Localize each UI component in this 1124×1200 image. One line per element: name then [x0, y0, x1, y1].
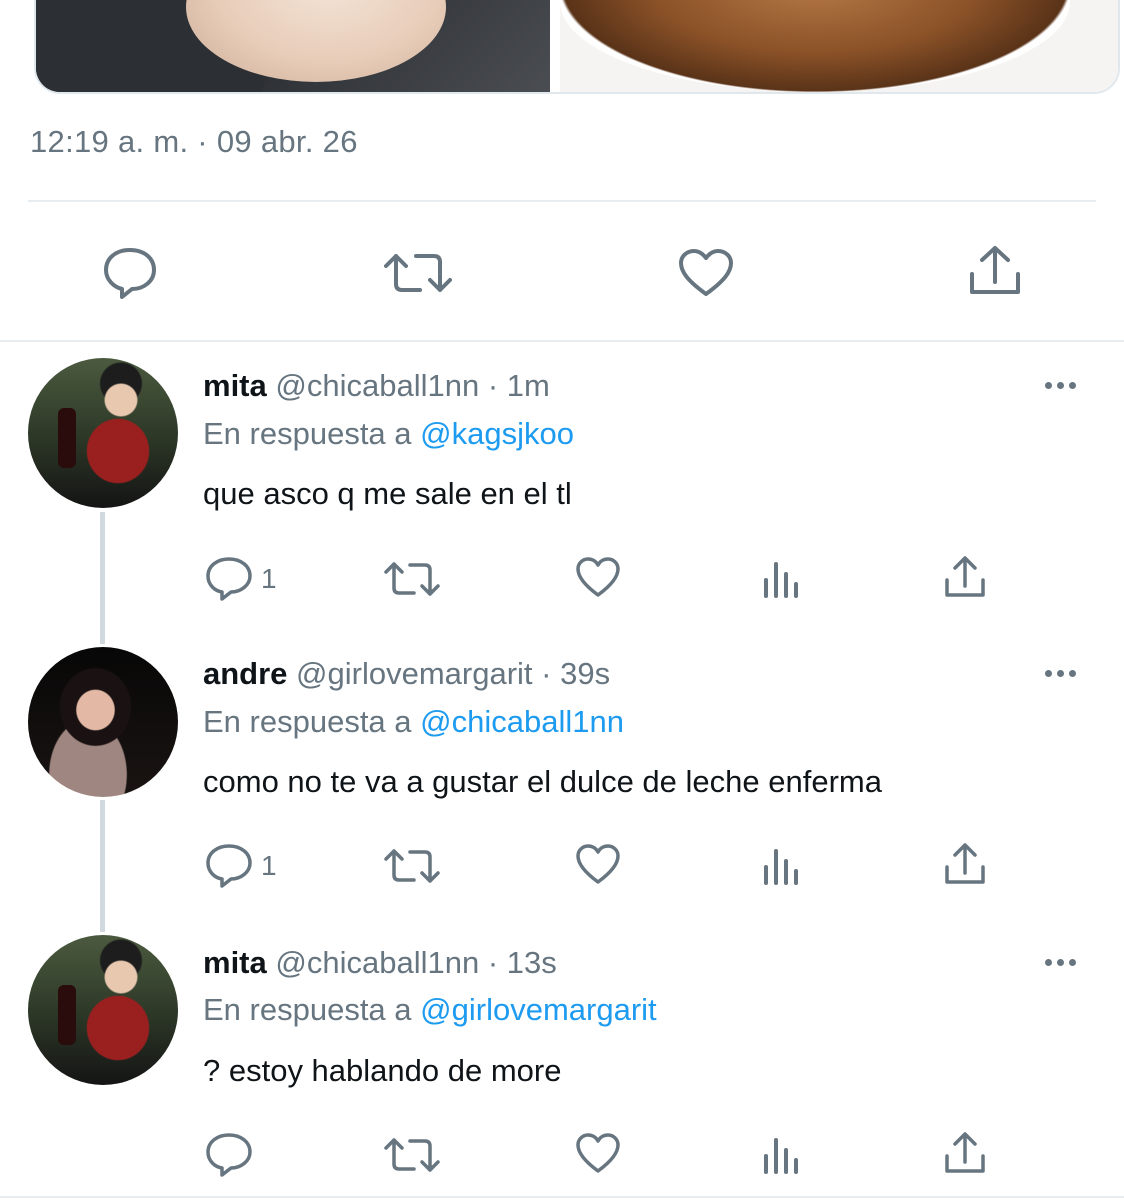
reply-prefix: En respuesta a — [203, 992, 412, 1027]
reply-prefix: En respuesta a — [203, 704, 412, 739]
dot — [1057, 670, 1064, 677]
user-handle[interactable]: @chicaball1nn — [275, 945, 479, 980]
analytics-icon — [764, 849, 798, 885]
reply-button[interactable] — [205, 1132, 253, 1178]
share-button[interactable] — [968, 244, 1022, 298]
dot — [1045, 382, 1052, 389]
reply-icon — [206, 844, 252, 888]
thread-connector — [100, 800, 105, 932]
share-button[interactable] — [943, 554, 987, 600]
analytics-button[interactable] — [762, 1134, 802, 1174]
user-handle[interactable]: @girlovemargarit — [296, 656, 532, 691]
reply-time[interactable]: 39s — [560, 656, 610, 691]
like-button[interactable] — [575, 843, 621, 885]
avatar[interactable] — [28, 358, 178, 508]
reply-text: que asco q me sale en el tl — [203, 476, 572, 511]
reply-prefix: En respuesta a — [203, 416, 412, 451]
more-options-button[interactable] — [1045, 670, 1076, 677]
reply-context: En respuesta a @girlovemargarit — [203, 992, 657, 1028]
dot — [1057, 959, 1064, 966]
display-name[interactable]: mita — [203, 368, 267, 403]
more-options-button[interactable] — [1045, 959, 1076, 966]
share-button[interactable] — [943, 1130, 987, 1176]
thread-connector — [100, 512, 105, 644]
reply-time[interactable]: 13s — [507, 945, 557, 980]
analytics-button[interactable] — [762, 845, 802, 885]
mention-link[interactable]: @kagsjkoo — [420, 416, 574, 451]
divider — [28, 200, 1096, 202]
mention-link[interactable]: @girlovemargarit — [420, 992, 656, 1027]
reply-context: En respuesta a @kagsjkoo — [203, 416, 574, 452]
user-handle[interactable]: @chicaball1nn — [275, 368, 479, 403]
analytics-icon — [764, 1138, 798, 1174]
dot — [1069, 959, 1076, 966]
like-button[interactable] — [575, 556, 621, 598]
separator: · — [487, 945, 499, 980]
mention-link[interactable]: @chicaball1nn — [420, 704, 624, 739]
dot — [1069, 670, 1076, 677]
reply-button[interactable]: 1 — [205, 556, 277, 602]
like-button[interactable] — [575, 1132, 621, 1174]
dot — [1045, 670, 1052, 677]
like-icon — [576, 844, 620, 884]
share-icon — [945, 1132, 985, 1173]
avatar[interactable] — [28, 647, 178, 797]
reply-header: mita @chicaball1nn · 1m — [203, 368, 550, 404]
media-photo-dulce-de-leche[interactable] — [560, 0, 1118, 92]
share-icon — [945, 556, 985, 597]
reply-button[interactable] — [102, 246, 158, 300]
photo-shape — [560, 0, 1070, 92]
share-icon — [945, 843, 985, 884]
media-photo-person[interactable] — [36, 0, 550, 92]
reply-count: 1 — [261, 563, 277, 594]
separator: · — [541, 656, 552, 691]
reply-icon — [104, 248, 156, 299]
retweet-icon — [384, 849, 440, 883]
dot — [1045, 959, 1052, 966]
reply-icon — [206, 557, 252, 601]
reply-button[interactable]: 1 — [205, 843, 277, 889]
dot — [1069, 382, 1076, 389]
like-button[interactable] — [678, 248, 734, 298]
like-icon — [679, 249, 733, 296]
share-icon — [970, 246, 1020, 294]
retweet-button[interactable] — [384, 1134, 440, 1176]
display-name[interactable]: mita — [203, 945, 267, 980]
tweet-timestamp: 12:19 a. m. · 09 abr. 26 — [30, 124, 358, 159]
more-options-button[interactable] — [1045, 382, 1076, 389]
reply-text: como no te va a gustar el dulce de leche… — [203, 764, 882, 799]
tweet-media[interactable] — [34, 0, 1120, 94]
reply-header: mita @chicaball1nn · 13s — [203, 945, 557, 981]
reply-context: En respuesta a @chicaball1nn — [203, 704, 624, 740]
reply-time[interactable]: 1m — [507, 368, 550, 403]
divider — [0, 1196, 1124, 1198]
share-button[interactable] — [943, 841, 987, 887]
divider — [0, 340, 1124, 342]
reply-header: andre @girlovemargarit · 39s — [203, 656, 610, 692]
avatar[interactable] — [28, 935, 178, 1085]
retweet-button[interactable] — [384, 558, 440, 600]
reply-count: 1 — [261, 850, 277, 881]
analytics-icon — [764, 562, 798, 598]
separator: · — [487, 368, 499, 403]
reply-icon — [206, 1133, 252, 1177]
dot — [1057, 382, 1064, 389]
retweet-icon — [384, 562, 440, 596]
display-name[interactable]: andre — [203, 656, 287, 691]
retweet-button[interactable] — [384, 845, 440, 887]
analytics-button[interactable] — [762, 558, 802, 598]
retweet-button[interactable] — [384, 248, 452, 298]
like-icon — [576, 1133, 620, 1173]
retweet-icon — [384, 254, 452, 292]
like-icon — [576, 557, 620, 597]
retweet-icon — [384, 1138, 440, 1172]
reply-text: ? estoy hablando de more — [203, 1053, 562, 1088]
